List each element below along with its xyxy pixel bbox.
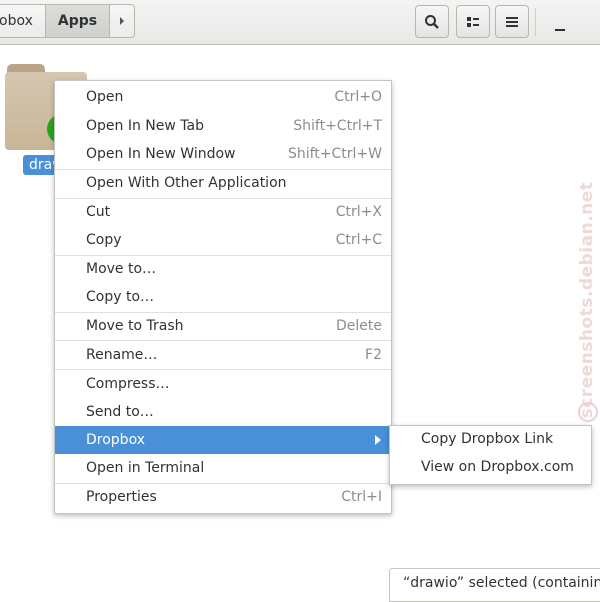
menu-item-label: Send to… bbox=[86, 404, 154, 420]
menu-item-shortcut: Ctrl+I bbox=[341, 489, 382, 505]
menu-item-rename[interactable]: Rename… F2 bbox=[55, 341, 391, 369]
menu-item-dropbox[interactable]: Dropbox bbox=[55, 426, 391, 454]
menu-item-label: Move to… bbox=[86, 261, 157, 277]
menu-item-cut[interactable]: Cut Ctrl+X bbox=[55, 198, 391, 226]
hamburger-menu-icon bbox=[506, 16, 518, 27]
menu-item-shortcut: Shift+Ctrl+T bbox=[293, 118, 382, 134]
menu-item-label: Open in Terminal bbox=[86, 460, 205, 476]
menu-item-move-to-trash[interactable]: Move to Trash Delete bbox=[55, 312, 391, 340]
menu-item-label: Copy to… bbox=[86, 289, 155, 305]
context-menu: Open Ctrl+O Open In New Tab Shift+Ctrl+T… bbox=[54, 80, 392, 514]
menu-item-shortcut: Ctrl+X bbox=[335, 204, 382, 220]
header-bar: obox Apps bbox=[0, 0, 600, 45]
menu-item-label: Open bbox=[86, 89, 124, 105]
menu-item-open[interactable]: Open Ctrl+O bbox=[55, 83, 391, 111]
menu-item-label: Cut bbox=[86, 204, 111, 220]
view-toggle-button[interactable] bbox=[456, 5, 490, 38]
menu-item-label: Dropbox bbox=[86, 432, 145, 448]
menu-button[interactable] bbox=[495, 5, 529, 38]
view-toggle-icon bbox=[467, 16, 479, 27]
breadcrumb-forward-button[interactable] bbox=[109, 4, 136, 38]
watermark-logo-icon bbox=[578, 402, 598, 422]
menu-item-label: Rename… bbox=[86, 347, 158, 363]
submenu-item-copy-dropbox-link[interactable]: Copy Dropbox Link bbox=[421, 431, 553, 447]
menu-item-label: Copy bbox=[86, 232, 122, 248]
menu-item-shortcut: F2 bbox=[365, 347, 382, 363]
header-separator bbox=[535, 8, 536, 36]
menu-item-shortcut: Ctrl+C bbox=[335, 232, 382, 248]
menu-item-open-with-other-application[interactable]: Open With Other Application bbox=[55, 169, 391, 197]
minimize-icon bbox=[555, 29, 565, 31]
menu-item-open-in-new-tab[interactable]: Open In New Tab Shift+Ctrl+T bbox=[55, 112, 391, 140]
menu-item-copy-to[interactable]: Copy to… bbox=[55, 283, 391, 311]
breadcrumb-item-dropbox[interactable]: obox bbox=[0, 4, 46, 38]
menu-item-shortcut: Ctrl+O bbox=[334, 89, 382, 105]
search-icon bbox=[425, 14, 439, 29]
search-button[interactable] bbox=[415, 5, 449, 38]
chevron-right-icon bbox=[120, 17, 125, 25]
menu-item-copy[interactable]: Copy Ctrl+C bbox=[55, 226, 391, 254]
menu-item-send-to[interactable]: Send to… bbox=[55, 398, 391, 426]
submenu-item-view-on-dropbox[interactable]: View on Dropbox.com bbox=[421, 459, 574, 475]
menu-item-label: Properties bbox=[86, 489, 157, 505]
watermark-text: screenshots.debian.net bbox=[577, 181, 597, 419]
status-text: “drawio” selected (containing 2 bbox=[403, 575, 600, 591]
menu-item-label: Compress… bbox=[86, 376, 170, 392]
menu-item-shortcut: Delete bbox=[336, 318, 382, 334]
menu-item-open-in-terminal[interactable]: Open in Terminal bbox=[55, 454, 391, 482]
menu-item-shortcut: Shift+Ctrl+W bbox=[287, 146, 382, 162]
menu-item-label: Open In New Tab bbox=[86, 118, 204, 134]
minimize-button[interactable] bbox=[550, 12, 570, 32]
menu-item-open-in-new-window[interactable]: Open In New Window Shift+Ctrl+W bbox=[55, 140, 391, 168]
dropbox-submenu: Copy Dropbox Link View on Dropbox.com bbox=[389, 425, 592, 485]
menu-item-compress[interactable]: Compress… bbox=[55, 370, 391, 398]
breadcrumb-item-apps[interactable]: Apps bbox=[44, 4, 111, 38]
menu-item-move-to[interactable]: Move to… bbox=[55, 255, 391, 283]
breadcrumb: obox Apps bbox=[0, 4, 136, 38]
menu-item-label: Move to Trash bbox=[86, 318, 184, 334]
submenu-arrow-icon bbox=[375, 435, 381, 445]
menu-item-label: Open With Other Application bbox=[86, 175, 287, 191]
menu-item-properties[interactable]: Properties Ctrl+I bbox=[55, 483, 391, 511]
menu-item-label: Open In New Window bbox=[86, 146, 236, 162]
status-bar: “drawio” selected (containing 2 bbox=[389, 568, 600, 602]
